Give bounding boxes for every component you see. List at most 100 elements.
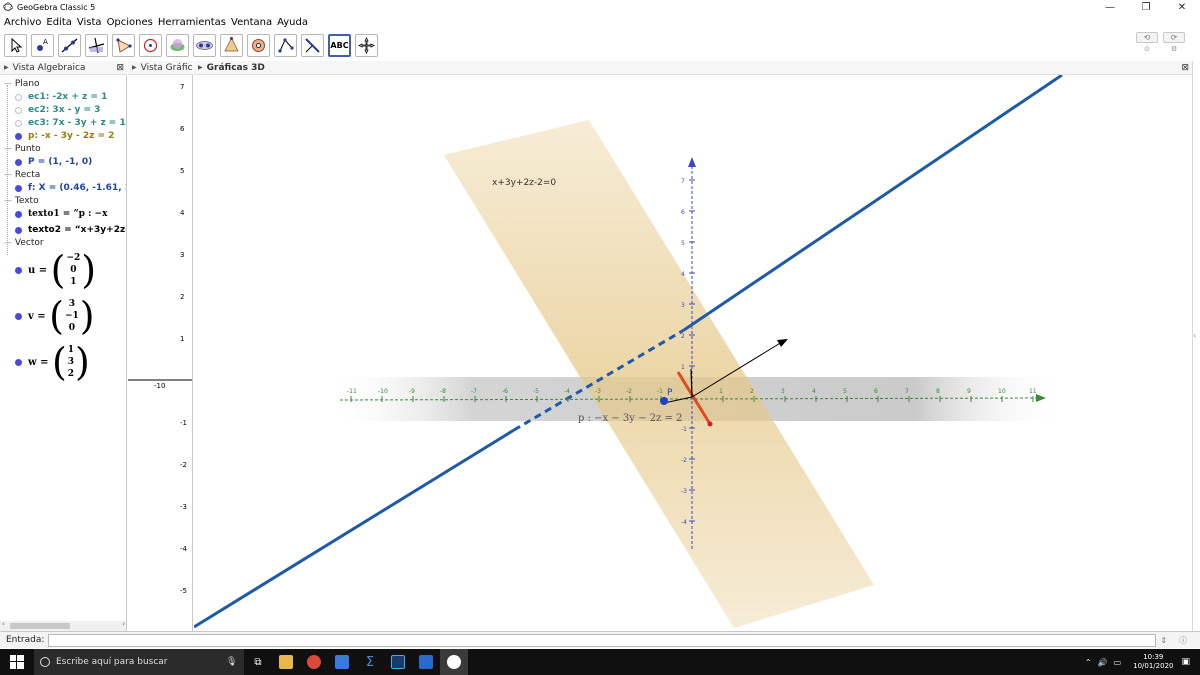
line-f-segment[interactable] — [194, 428, 515, 629]
scroll-thumb[interactable] — [10, 623, 70, 629]
plane-text-label[interactable]: x+3y+2z-2=0 — [492, 178, 556, 188]
move-tool-button[interactable] — [4, 33, 27, 57]
close-button[interactable]: ✕ — [1164, 2, 1200, 13]
algebra-item-u[interactable]: u = ( −2 0 1 ) — [0, 251, 96, 289]
taskbar-search[interactable]: Escribe aquí para buscar 🎙 — [34, 649, 244, 675]
algebra-item-texto1[interactable]: texto1 = “p : −x — [0, 209, 107, 219]
visibility-toggle-icon[interactable] — [15, 184, 22, 192]
dropdown-icon[interactable]: ⇕ — [1160, 636, 1167, 645]
visibility-toggle-icon[interactable] — [15, 210, 22, 218]
line-tool-button[interactable] — [58, 33, 81, 57]
visibility-toggle-icon[interactable] — [15, 132, 22, 140]
tray-chevron-icon[interactable]: ⌃ — [1085, 658, 1092, 667]
point-tool-button[interactable]: A — [31, 33, 54, 57]
visibility-toggle-icon[interactable] — [15, 266, 22, 274]
category-punto[interactable]: — Punto — [4, 144, 41, 154]
view-tool-button[interactable] — [355, 33, 378, 57]
graphics-2d-canvas[interactable]: 7 6 5 4 3 2 1 -1 -2 -3 -4 -5 -10 — [128, 75, 193, 631]
menu-vista[interactable]: Vista — [77, 17, 102, 28]
intersect-tool-button[interactable] — [166, 33, 189, 57]
category-texto[interactable]: — Texto — [4, 196, 39, 206]
y-tick-label: 3 — [180, 251, 184, 259]
maximize-button[interactable]: ❐ — [1128, 2, 1164, 13]
menu-ventana[interactable]: Ventana — [231, 17, 272, 28]
visibility-toggle-icon[interactable] — [15, 93, 22, 101]
undo-button[interactable]: ⟲ — [1136, 32, 1158, 43]
algebra-horizontal-scrollbar[interactable]: ‹ › — [0, 620, 126, 631]
graphics-2d-view[interactable]: 7 6 5 4 3 2 1 -1 -2 -3 -4 -5 -10 — [128, 75, 193, 631]
help-icon[interactable]: ⓘ — [1179, 635, 1187, 646]
task-view-button[interactable]: ⧉ — [244, 649, 272, 675]
scroll-left-icon[interactable]: ‹ — [2, 620, 5, 628]
perpendicular-tool-button[interactable] — [85, 33, 108, 57]
minimize-button[interactable]: — — [1092, 2, 1128, 13]
redo-button[interactable]: ⟳ — [1163, 32, 1185, 43]
chrome-button[interactable] — [300, 649, 328, 675]
pyramid-tool-button[interactable] — [220, 33, 243, 57]
algebra-item-v[interactable]: v = ( 3 −1 0 ) — [0, 297, 95, 335]
algebra-view-header[interactable]: ▶ Vista Algebraica ⊠ — [0, 61, 127, 75]
point-P[interactable] — [660, 397, 668, 405]
menu-ayuda[interactable]: Ayuda — [277, 17, 308, 28]
vector-w-z: 2 — [67, 369, 75, 379]
collapse-triangle-icon[interactable]: ▶ — [132, 64, 137, 71]
clock[interactable]: 10:39 10/01/2020 — [1133, 653, 1173, 671]
app-sigma-button[interactable]: Σ — [356, 649, 384, 675]
algebra-item-f[interactable]: f: X = (0.46, -1.61, 1.9 — [0, 183, 126, 193]
rotate-tool-button[interactable] — [247, 33, 270, 57]
algebra-item-texto2[interactable]: texto2 = “x+3y+2z-2= — [0, 225, 126, 235]
graphics-3d-view[interactable]: -11 -10 -9 -8 -7 -6 -5 -4 -3 -2 -1 1 2 3 4 5 6 7 8 9 10 11 76… — [194, 75, 1192, 631]
visibility-toggle-icon[interactable] — [15, 358, 22, 366]
menu-edita[interactable]: Edita — [46, 17, 72, 28]
menu-herramientas[interactable]: Herramientas — [158, 17, 226, 28]
volume-icon[interactable]: 🔊 — [1098, 658, 1108, 667]
circle-tool-button[interactable] — [139, 33, 162, 57]
text-tool-button[interactable]: ABC — [328, 33, 351, 57]
network-icon[interactable]: ▭ — [1114, 658, 1122, 667]
expand-panel-icon[interactable]: ‹ — [1193, 331, 1196, 340]
algebra-item-ec1[interactable]: ec1: -2x + z = 1 — [0, 92, 107, 102]
polygon-tool-button[interactable] — [112, 33, 135, 57]
visibility-toggle-icon[interactable] — [15, 312, 22, 320]
scroll-right-icon[interactable]: › — [122, 620, 125, 628]
visibility-toggle-icon[interactable] — [15, 226, 22, 234]
close-view-icon[interactable]: ⊠ — [1181, 63, 1189, 73]
close-view-icon[interactable]: ⊠ — [116, 63, 124, 73]
microphone-icon[interactable]: 🎙 — [226, 657, 244, 667]
algebra-item-P[interactable]: P = (1, -1, 0) — [0, 157, 92, 167]
start-button[interactable] — [0, 655, 34, 669]
algebra-item-w[interactable]: w = ( 1 3 2 ) — [0, 343, 90, 381]
line-f-segment-upper[interactable] — [683, 75, 1063, 332]
category-vector[interactable]: — Vector — [4, 238, 44, 248]
collapse-triangle-icon[interactable]: ▶ — [4, 64, 9, 71]
settings-gear-icon[interactable]: ⚙ — [1171, 45, 1177, 53]
graphics-3d-canvas[interactable]: -11 -10 -9 -8 -7 -6 -5 -4 -3 -2 -1 1 2 3 4 5 6 7 8 9 10 11 76… — [194, 75, 1192, 631]
algebra-item-ec2[interactable]: ec2: 3x - y = 3 — [0, 105, 100, 115]
category-recta[interactable]: — Recta — [4, 170, 40, 180]
category-plano[interactable]: — Plano — [4, 79, 40, 89]
store-button[interactable] — [328, 649, 356, 675]
geogebra-taskbar-button[interactable] — [440, 649, 468, 675]
help-icon[interactable]: ⊙ — [1144, 45, 1150, 53]
app-blue-button[interactable] — [412, 649, 440, 675]
notifications-icon[interactable]: ▣ — [1181, 657, 1190, 667]
file-explorer-button[interactable] — [272, 649, 300, 675]
plane-p[interactable] — [444, 120, 874, 628]
collapse-triangle-icon[interactable]: ▶ — [198, 64, 203, 71]
sphere-tool-button[interactable] — [193, 33, 216, 57]
reflect-tool-button[interactable] — [301, 33, 324, 57]
graphics3d-side-scrollbar[interactable]: ‹ — [1192, 61, 1200, 631]
graphics-view-header[interactable]: ▶ Vista Gráfic — [128, 61, 193, 75]
menu-opciones[interactable]: Opciones — [107, 17, 153, 28]
algebra-item-ec3[interactable]: ec3: 7x - 3y + z = 10 — [0, 118, 126, 128]
visibility-toggle-icon[interactable] — [15, 106, 22, 114]
visibility-toggle-icon[interactable] — [15, 158, 22, 166]
photoshop-button[interactable] — [384, 649, 412, 675]
input-field[interactable] — [48, 633, 1157, 647]
algebra-item-p[interactable]: p: -x - 3y - 2z = 2 — [0, 131, 114, 141]
plane-equation-label[interactable]: p : −x − 3y − 2z = 2 — [578, 413, 682, 424]
graphics3d-view-header[interactable]: ▶ Gráficas 3D ⊠ — [194, 61, 1192, 75]
visibility-toggle-icon[interactable] — [15, 119, 22, 127]
angle-tool-button[interactable] — [274, 33, 297, 57]
menu-archivo[interactable]: Archivo — [4, 17, 41, 28]
